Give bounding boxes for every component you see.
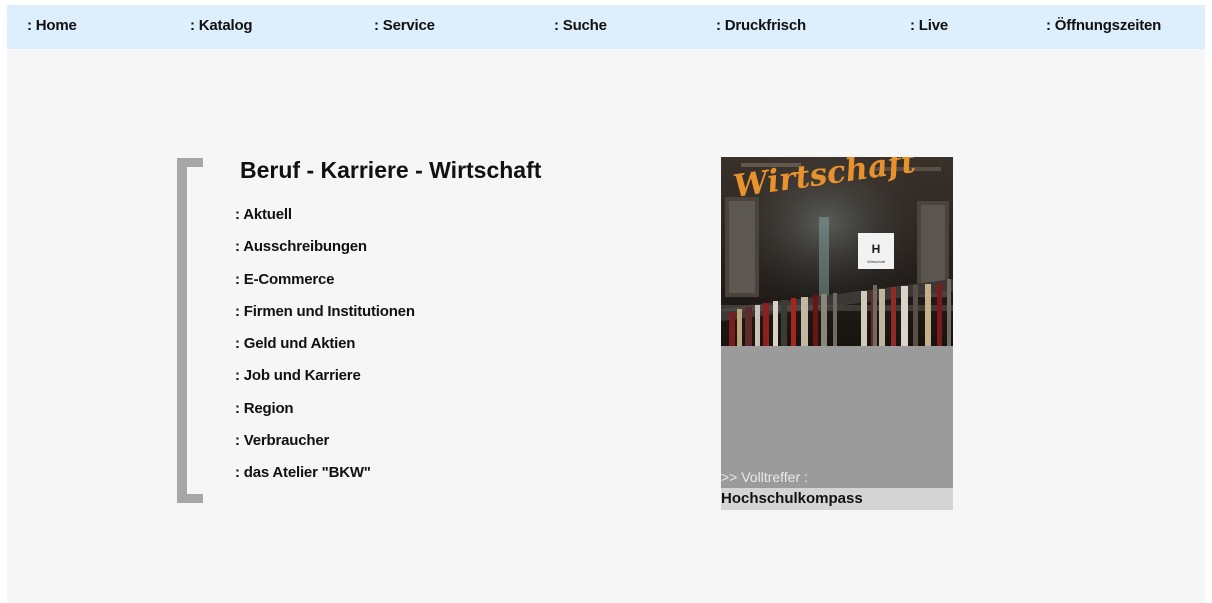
- promo-sign-letter: H: [872, 242, 881, 256]
- nav-oeffnungszeiten-link[interactable]: : Öffnungszeiten: [1046, 17, 1161, 34]
- nav-live-link[interactable]: : Live: [910, 17, 948, 34]
- nav-suche-link[interactable]: : Suche: [554, 17, 607, 34]
- category-link-job-und-karriere[interactable]: : Job und Karriere: [235, 366, 415, 398]
- promo-image[interactable]: H Wirtschaft Wirtschaft: [721, 157, 953, 346]
- bracket-decoration: [177, 158, 203, 503]
- nav-home-link[interactable]: : Home: [27, 17, 77, 34]
- category-link-region[interactable]: : Region: [235, 399, 415, 431]
- category-link-geld-und-aktien[interactable]: : Geld und Aktien: [235, 334, 415, 366]
- promo-caption: >> Volltreffer :: [721, 469, 808, 485]
- promo-link-hochschulkompass[interactable]: Hochschulkompass: [721, 488, 953, 510]
- category-list: : Aktuell : Ausschreibungen : E-Commerce…: [235, 205, 415, 496]
- category-link-firmen-und-institutionen[interactable]: : Firmen und Institutionen: [235, 302, 415, 334]
- promo-box: H Wirtschaft Wirtschaft >> Volltreffer :…: [721, 157, 953, 510]
- category-link-verbraucher[interactable]: : Verbraucher: [235, 431, 415, 463]
- nav-katalog-link[interactable]: : Katalog: [190, 17, 253, 34]
- category-link-e-commerce[interactable]: : E-Commerce: [235, 270, 415, 302]
- promo-sign-text: Wirtschaft: [867, 259, 886, 264]
- nav-druckfrisch-link[interactable]: : Druckfrisch: [716, 17, 806, 34]
- main-navigation: : Home : Katalog : Service : Suche : Dru…: [7, 5, 1205, 49]
- category-link-ausschreibungen[interactable]: : Ausschreibungen: [235, 237, 415, 269]
- nav-service-link[interactable]: : Service: [374, 17, 435, 34]
- page: : Home : Katalog : Service : Suche : Dru…: [7, 5, 1205, 603]
- category-link-atelier-bkw[interactable]: : das Atelier "BKW": [235, 463, 415, 495]
- category-link-aktuell[interactable]: : Aktuell: [235, 205, 415, 237]
- section-title: Beruf - Karriere - Wirtschaft: [240, 157, 542, 183]
